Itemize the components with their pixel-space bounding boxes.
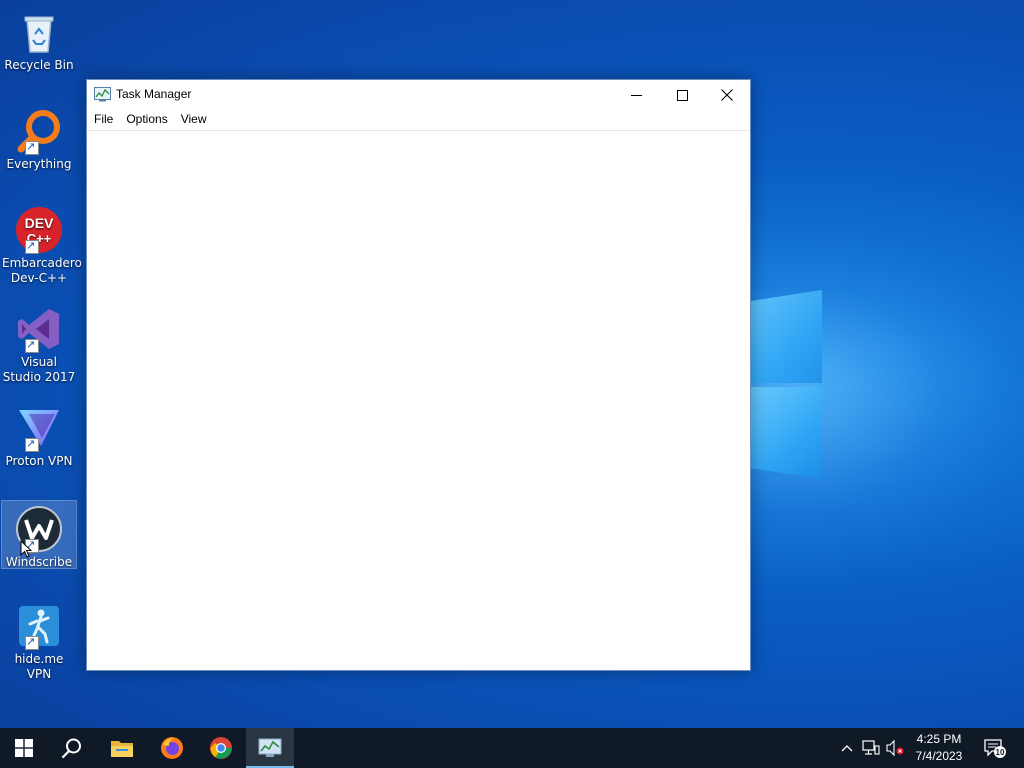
window-menubar: File Options View [87,110,750,131]
notification-icon: 10 [984,739,1006,758]
taskbar-chrome[interactable] [197,728,245,768]
desktop-icon-proton-vpn[interactable]: Proton VPN [2,400,76,469]
shortcut-arrow-icon [25,337,39,353]
shortcut-arrow-icon [25,238,39,254]
proton-vpn-icon [15,404,63,452]
volume-tray-button[interactable] [884,728,906,768]
devcpp-icon: DEV C++ [15,206,63,254]
menu-file[interactable]: File [88,110,119,126]
desktop-icon-label: Proton VPN [5,454,73,468]
clock-date: 7/4/2023 [915,749,963,763]
window-title: Task Manager [116,87,192,101]
desktop-icon-label: Visual Studio 2017 [2,355,76,384]
close-icon [721,89,733,101]
desktop-icon-label: Embarcadero Dev-C++ [2,256,82,285]
shortcut-arrow-icon [25,139,39,155]
maximize-button[interactable] [659,80,705,110]
hideme-vpn-icon [15,602,63,650]
desktop: Recycle Bin Everything DEV C++ Embarcade… [0,0,1024,728]
task-manager-taskbar-icon [258,738,282,757]
menu-options[interactable]: Options [120,110,173,126]
chrome-icon [210,737,232,759]
taskbar-clock[interactable]: 4:25 PM 7/4/2023 [906,731,972,765]
windows-logo-pane-bottom-right [750,387,822,479]
network-tray-button[interactable] [860,728,882,768]
mouse-cursor-icon [20,540,32,558]
close-button[interactable] [704,80,750,110]
desktop-icon-label: hide.me VPN [14,652,64,681]
action-center-button[interactable]: 10 [980,728,1010,768]
minimize-icon [630,94,642,96]
start-button[interactable] [0,728,48,768]
desktop-icon-everything[interactable]: Everything [2,103,76,172]
network-icon [862,740,880,755]
desktop-icon-label: Recycle Bin [4,58,74,72]
taskbar: 4:25 PM 7/4/2023 10 [0,728,1024,768]
task-manager-app-icon [94,87,111,102]
minimize-button[interactable] [613,80,659,110]
desktop-icon-label: Everything [6,157,72,171]
everything-magnifier-icon [15,107,63,155]
maximize-icon [676,89,688,101]
desktop-icon-recycle-bin[interactable]: Recycle Bin [2,4,76,73]
shortcut-arrow-icon [25,436,39,452]
taskbar-firefox[interactable] [148,728,196,768]
taskbar-file-explorer[interactable] [98,728,146,768]
desktop-icon-visual-studio[interactable]: Visual Studio 2017 [2,301,76,385]
task-manager-window[interactable]: Task Manager File Options View [86,79,751,671]
show-hidden-icons-button[interactable] [838,728,856,768]
desktop-icon-devcpp[interactable]: DEV C++ Embarcadero Dev-C++ [2,202,82,286]
shortcut-arrow-icon [25,634,39,650]
windows-start-icon [15,739,33,757]
notification-count: 10 [996,748,1005,757]
chevron-up-icon [841,745,853,752]
search-icon [61,738,81,759]
devcpp-icon-text-1: DEV [25,215,54,231]
desktop-icon-windscribe[interactable]: Windscribe [1,500,77,569]
windows-logo-pane-top-right [750,290,822,383]
volume-muted-icon [886,740,904,756]
search-button[interactable] [48,728,96,768]
visual-studio-icon [15,305,63,353]
file-explorer-icon [111,741,133,757]
firefox-icon [161,737,183,759]
taskbar-task-manager[interactable] [246,728,294,768]
window-titlebar[interactable]: Task Manager [87,80,750,110]
desktop-icon-hideme-vpn[interactable]: hide.me VPN [2,598,76,682]
desktop-icon-label: Windscribe [5,555,73,569]
recycle-bin-icon [15,8,63,56]
window-content-area [87,131,750,670]
menu-view[interactable]: View [175,110,213,126]
clock-time: 4:25 PM [916,732,962,746]
